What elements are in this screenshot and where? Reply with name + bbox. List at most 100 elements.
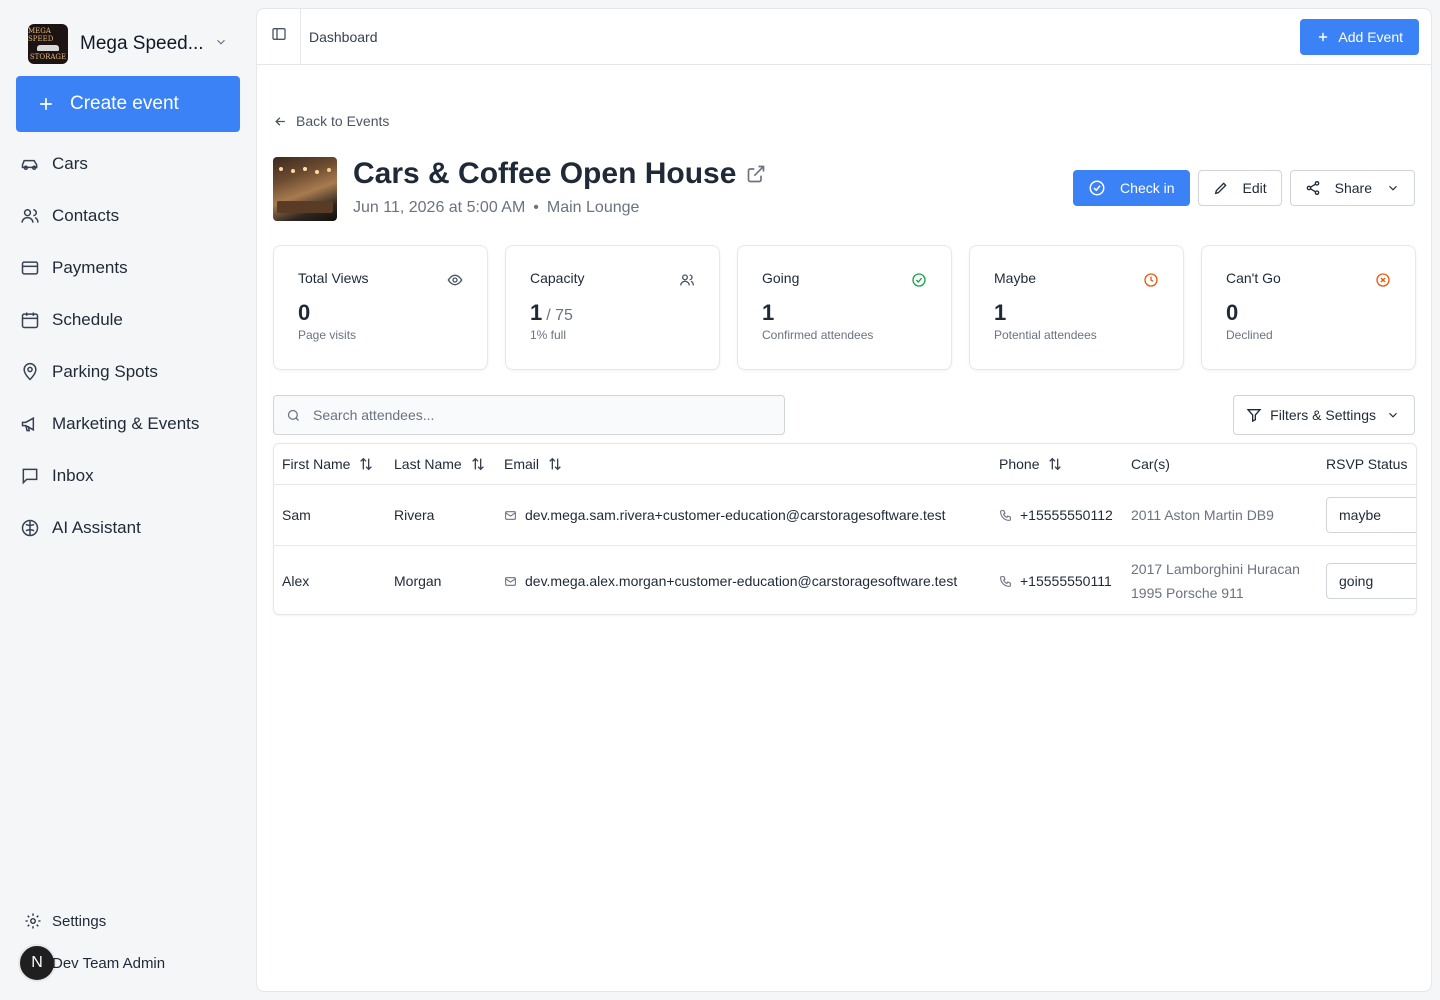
sidebar-item-label: Cars <box>52 154 88 173</box>
meta-separator: • <box>533 199 539 216</box>
sidebar-item-inbox[interactable]: Inbox <box>0 450 256 502</box>
map-pin-icon <box>20 362 40 382</box>
email-text[interactable]: dev.mega.sam.rivera+customer-education@c… <box>525 507 946 523</box>
edit-label: Edit <box>1242 180 1267 196</box>
sidebar-item-label: Schedule <box>52 310 123 329</box>
sidebar-item-cars[interactable]: Cars <box>0 138 256 190</box>
external-link-icon[interactable] <box>746 164 766 184</box>
column-label: Email <box>504 456 540 472</box>
phone-icon <box>999 575 1012 588</box>
breadcrumb[interactable]: Dashboard <box>309 29 378 45</box>
sidebar-item-label: AI Assistant <box>52 518 141 537</box>
cell-email: dev.mega.sam.rivera+customer-education@c… <box>504 485 946 545</box>
sidebar-item-parking-spots[interactable]: Parking Spots <box>0 346 256 398</box>
column-last-name[interactable]: Last Name <box>394 444 486 484</box>
clock-icon <box>1143 272 1159 288</box>
cell-rsvp: going <box>1326 546 1416 614</box>
table-header: First Name Last Name Email Phone Car(s) … <box>274 444 1416 485</box>
sort-icon <box>1047 456 1063 472</box>
phone-text[interactable]: +15555550111 <box>1020 573 1112 589</box>
arrow-left-icon <box>273 114 288 129</box>
brain-icon <box>20 518 40 538</box>
stat-value: 1/ 75 <box>530 300 695 326</box>
filter-icon <box>1246 407 1262 423</box>
column-rsvp-status[interactable]: RSVP Status <box>1326 444 1416 484</box>
add-event-button[interactable]: Add Event <box>1300 19 1419 55</box>
cell-first-name: Sam <box>282 507 311 523</box>
stat-value: 1 <box>994 300 1007 325</box>
sort-icon <box>470 456 486 472</box>
users-icon <box>20 206 40 226</box>
sidebar-item-ai-assistant[interactable]: AI Assistant <box>0 502 256 554</box>
org-switcher[interactable]: MEGA SPEED STORAGE Mega Speed... <box>28 24 242 64</box>
phone-text[interactable]: +15555550112 <box>1020 507 1113 523</box>
back-to-events-link[interactable]: Back to Events <box>273 113 389 129</box>
check-in-button[interactable]: Check in <box>1073 170 1190 206</box>
sidebar-nav: Cars Contacts Payments Schedule Parking … <box>0 138 256 554</box>
avatar: N <box>18 944 56 982</box>
stat-desc: Page visits <box>298 328 357 342</box>
stat-label: Maybe <box>994 270 1037 286</box>
column-label: First Name <box>282 456 351 472</box>
check-in-label: Check in <box>1120 180 1175 196</box>
stat-card-capacity: Capacity 1/ 75 1% full <box>505 245 720 370</box>
users-icon <box>679 272 695 288</box>
panel-left-icon <box>271 26 287 47</box>
stat-label: Total Views <box>298 270 369 286</box>
share-icon <box>1305 180 1321 196</box>
logo-text-bottom: STORAGE <box>29 53 67 61</box>
sidebar-item-schedule[interactable]: Schedule <box>0 294 256 346</box>
event-date: Jun 11, 2026 at 5:00 AM <box>353 199 526 216</box>
event-title-text: Cars & Coffee Open House <box>353 157 737 190</box>
column-phone[interactable]: Phone <box>999 444 1063 484</box>
rsvp-select[interactable]: maybe <box>1326 497 1416 533</box>
table-row[interactable]: Alex Morgan dev.mega.alex.morgan+custome… <box>274 546 1416 614</box>
capacity-used: 1 <box>530 300 543 325</box>
sidebar-item-contacts[interactable]: Contacts <box>0 190 256 242</box>
user-menu[interactable]: N Dev Team Admin <box>18 944 165 982</box>
stat-desc: Potential attendees <box>994 328 1097 342</box>
cell-last-name: Rivera <box>394 507 435 523</box>
column-first-name[interactable]: First Name <box>282 444 374 484</box>
phone-icon <box>999 509 1012 522</box>
megaphone-icon <box>20 414 40 434</box>
cell-cars: 2017 Lamborghini Huracan 1995 Porsche 91… <box>1131 546 1300 614</box>
share-button[interactable]: Share <box>1289 170 1415 206</box>
stat-desc: 1% full <box>530 328 567 342</box>
column-email[interactable]: Email <box>504 444 563 484</box>
stat-card-going: Going 1 Confirmed attendees <box>737 245 952 370</box>
rsvp-select[interactable]: going <box>1326 563 1416 599</box>
sidebar-item-payments[interactable]: Payments <box>0 242 256 294</box>
filters-settings-button[interactable]: Filters & Settings <box>1233 395 1415 435</box>
sidebar-toggle-button[interactable] <box>257 9 301 65</box>
create-event-label: Create event <box>70 93 179 114</box>
event-meta: Jun 11, 2026 at 5:00 AM • Main Lounge <box>353 199 639 217</box>
mail-icon <box>504 509 517 522</box>
search-input[interactable] <box>313 407 753 423</box>
column-label: RSVP Status <box>1326 456 1408 472</box>
image-tables <box>277 201 333 213</box>
eye-icon <box>447 272 463 288</box>
add-event-label: Add Event <box>1338 29 1403 45</box>
message-square-icon <box>20 466 40 486</box>
cell-phone: +15555550112 <box>999 485 1113 545</box>
chevron-down-icon <box>1386 408 1400 422</box>
sidebar-item-marketing-events[interactable]: Marketing & Events <box>0 398 256 450</box>
settings-link[interactable]: Settings <box>24 912 106 930</box>
column-label: Phone <box>999 456 1040 472</box>
event-actions: Check in Edit Share <box>1073 170 1415 206</box>
mail-icon <box>504 575 517 588</box>
cell-rsvp: maybe <box>1326 485 1416 545</box>
car-entry: 2011 Aston Martin DB9 <box>1131 507 1274 523</box>
edit-button[interactable]: Edit <box>1197 170 1282 206</box>
sort-icon <box>1415 456 1416 472</box>
plus-icon <box>36 94 56 114</box>
create-event-button[interactable]: Create event <box>16 76 240 132</box>
sort-icon <box>547 456 563 472</box>
search-box <box>273 395 785 435</box>
stat-card-cant-go: Can't Go 0 Declined <box>1201 245 1416 370</box>
table-row[interactable]: Sam Rivera dev.mega.sam.rivera+customer-… <box>274 485 1416 546</box>
search-icon <box>286 408 301 423</box>
logo-car-shape <box>37 45 59 51</box>
email-text[interactable]: dev.mega.alex.morgan+customer-education@… <box>525 573 957 589</box>
